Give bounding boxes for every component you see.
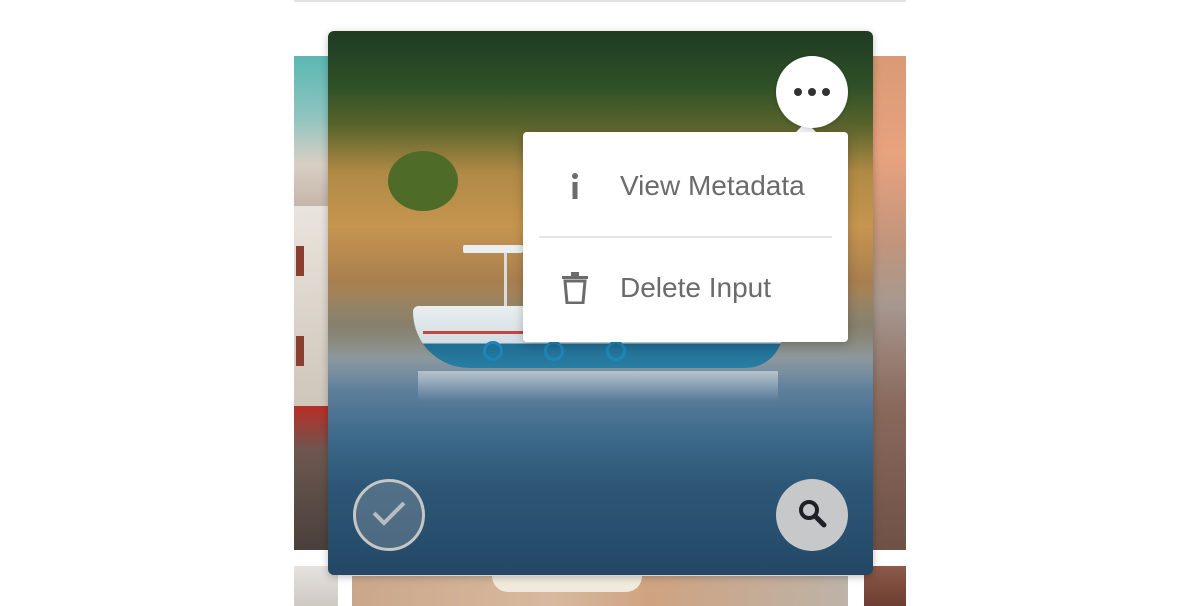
search-similar-button[interactable] bbox=[776, 479, 848, 551]
trash-icon bbox=[549, 272, 601, 304]
options-menu: View Metadata Delete Input bbox=[523, 132, 848, 342]
card-boat-ring bbox=[483, 341, 503, 361]
top-divider bbox=[294, 0, 906, 2]
card-boat-pole bbox=[504, 253, 507, 309]
card-boat-ring bbox=[606, 341, 626, 361]
tile-window bbox=[296, 246, 304, 276]
info-icon bbox=[549, 172, 601, 200]
tile-window bbox=[296, 336, 304, 366]
more-horizontal-icon bbox=[794, 88, 830, 96]
select-check-button[interactable] bbox=[353, 479, 425, 551]
card-water-reflection bbox=[418, 371, 778, 401]
card-boat-roof bbox=[463, 245, 523, 253]
tile-house-image bbox=[294, 206, 328, 406]
menu-item-delete-input[interactable]: Delete Input bbox=[523, 236, 848, 340]
more-options-button[interactable] bbox=[776, 56, 848, 128]
check-icon bbox=[371, 499, 407, 532]
tile-hat-image bbox=[492, 576, 642, 592]
image-tile-bottom-center[interactable] bbox=[352, 576, 848, 606]
card-boat-ring bbox=[544, 341, 564, 361]
search-icon bbox=[797, 498, 827, 533]
menu-item-label: Delete Input bbox=[620, 272, 771, 303]
card-foliage bbox=[388, 151, 458, 211]
menu-item-label: View Metadata bbox=[620, 170, 805, 201]
menu-item-view-metadata[interactable]: View Metadata bbox=[523, 134, 848, 238]
